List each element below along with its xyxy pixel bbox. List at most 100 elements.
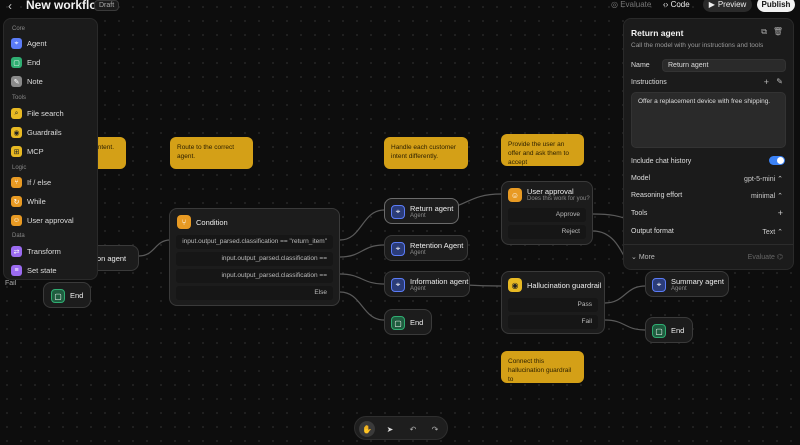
edge-condition-information bbox=[339, 273, 385, 285]
condition-row: input.output_parsed.classification == "c… bbox=[176, 252, 333, 276]
magic-wand-icon[interactable]: ✎ bbox=[776, 77, 783, 86]
stop-icon: ▢ bbox=[51, 289, 65, 303]
palette-item-transform[interactable]: ⇄ Transform bbox=[11, 246, 61, 257]
agent-icon: ⌖ bbox=[391, 278, 405, 292]
name-input[interactable] bbox=[662, 59, 786, 72]
preview-label: Preview bbox=[717, 0, 747, 9]
edge-agent-condition bbox=[138, 239, 171, 257]
condition-node[interactable]: ⑂ Condition input.output_parsed.classifi… bbox=[169, 208, 340, 306]
branch-icon: ⑂ bbox=[177, 215, 191, 229]
pointer-icon[interactable]: ➤ bbox=[382, 421, 398, 437]
evaluate-label: Evaluate bbox=[747, 254, 775, 261]
palette-item-label: User approval bbox=[27, 216, 74, 225]
shield-icon: ◉ bbox=[11, 127, 22, 138]
node-title: Information agent bbox=[410, 277, 469, 286]
node-subtitle: Agent bbox=[410, 250, 426, 256]
palette-section-tools: Tools bbox=[12, 95, 27, 101]
note-connect[interactable]: Connect this hallucination guardrail to bbox=[501, 351, 584, 383]
shield-icon: ◉ bbox=[508, 278, 522, 292]
palette-item-guardrails[interactable]: ◉ Guardrails bbox=[11, 127, 62, 138]
reasoning-select[interactable]: minimal ⌃ bbox=[751, 192, 783, 200]
condition-row: input.output_parsed.classification == "r… bbox=[176, 235, 333, 249]
palette-item-label: MCP bbox=[27, 147, 44, 156]
condition-row: input.output_parsed.classification == "g… bbox=[176, 269, 333, 293]
edge-condition-return bbox=[339, 209, 385, 241]
chevron-updown-icon: ⌃ bbox=[777, 229, 783, 236]
edge-condition-retention bbox=[339, 244, 385, 258]
instructions-label: Instructions bbox=[631, 79, 667, 86]
more-toggle[interactable]: ⌄ More bbox=[631, 253, 655, 261]
node-subtitle: Agent bbox=[410, 286, 426, 292]
evaluate-icon: ⌬ bbox=[776, 254, 783, 261]
evaluate-link[interactable]: ◎ Evaluate bbox=[611, 0, 651, 9]
toggle-knob bbox=[777, 157, 784, 164]
note-offer[interactable]: Provide the user an offer and ask them t… bbox=[501, 134, 584, 166]
palette-item-agent[interactable]: ⌖ Agent bbox=[11, 38, 47, 49]
reject-branch: Reject bbox=[508, 225, 586, 239]
copy-icon[interactable]: ⧉ bbox=[761, 27, 767, 37]
redo-icon[interactable]: ↷ bbox=[427, 421, 443, 437]
evaluate-agent-link[interactable]: Evaluate ⌬ bbox=[748, 253, 783, 261]
palette-section-logic: Logic bbox=[12, 165, 27, 171]
note-handle[interactable]: Handle each customer intent differently. bbox=[384, 137, 468, 169]
node-title: End bbox=[70, 291, 84, 300]
node-subtitle: Does this work for you? bbox=[527, 196, 590, 202]
palette-item-while[interactable]: ↻ While bbox=[11, 196, 46, 207]
palette-item-file-search[interactable]: ⌕ File search bbox=[11, 108, 64, 119]
output-format-label: Output format bbox=[631, 228, 674, 235]
palette-item-label: Guardrails bbox=[27, 128, 62, 137]
tools-label: Tools bbox=[631, 210, 648, 217]
code-link[interactable]: ‹› Code bbox=[663, 0, 690, 9]
end-node-left[interactable]: ▢ End bbox=[43, 282, 91, 308]
stop-icon: ▢ bbox=[11, 57, 22, 68]
model-select[interactable]: gpt-5-mini ⌃ bbox=[744, 175, 783, 183]
canvas-toolbar: ✋ ➤ ↶ ↷ bbox=[354, 416, 448, 440]
node-title: User approval bbox=[527, 187, 574, 196]
palette-item-mcp[interactable]: ⊞ MCP bbox=[11, 146, 44, 157]
return-agent-node[interactable]: ⌖ Return agent Agent bbox=[384, 198, 459, 224]
add-tool-icon[interactable]: + bbox=[778, 208, 783, 218]
note-route[interactable]: Route to the correct agent. bbox=[170, 137, 253, 169]
output-format-select[interactable]: Text ⌃ bbox=[762, 228, 783, 236]
information-agent-node[interactable]: ⌖ Information agent Agent bbox=[384, 271, 470, 297]
code-label: Code bbox=[670, 0, 690, 9]
stop-icon: ▢ bbox=[391, 316, 405, 330]
node-title: Return agent bbox=[410, 204, 454, 213]
palette-item-set-state[interactable]: ≡ Set state bbox=[11, 265, 57, 276]
palette-item-if-else[interactable]: ⑂ If / else bbox=[11, 177, 51, 188]
summary-agent-node[interactable]: ⌖ Summary agent Agent bbox=[645, 271, 729, 297]
branch-icon: ⑂ bbox=[11, 177, 22, 188]
palette-item-user-approval[interactable]: ☺ User approval bbox=[11, 215, 74, 226]
retention-agent-node[interactable]: ⌖ Retention Agent Agent bbox=[384, 235, 468, 261]
condition-row-else: Else bbox=[176, 286, 333, 300]
play-icon: ▶ bbox=[708, 0, 715, 9]
note-icon: ✎ bbox=[11, 76, 22, 87]
palette-item-note[interactable]: ✎ Note bbox=[11, 76, 43, 87]
palette-item-end[interactable]: ▢ End bbox=[11, 57, 40, 68]
palette-section-core: Core bbox=[12, 26, 26, 32]
publish-button[interactable]: Publish bbox=[757, 0, 795, 12]
palette-item-label: File search bbox=[27, 109, 64, 118]
node-palette: Core ⌖ Agent ▢ End ✎ Note Tools ⌕ File searc… bbox=[3, 18, 98, 280]
partial-fail-label: Fail bbox=[5, 280, 17, 287]
agent-icon: ⌖ bbox=[11, 38, 22, 49]
add-icon[interactable]: + bbox=[764, 77, 769, 87]
model-label: Model bbox=[631, 175, 651, 182]
chat-history-toggle[interactable] bbox=[769, 156, 785, 165]
output-format-value: Text bbox=[762, 229, 776, 236]
palette-item-label: If / else bbox=[27, 178, 52, 187]
evaluate-icon: ◎ bbox=[611, 0, 621, 9]
trash-icon[interactable]: 🗑 bbox=[773, 27, 783, 36]
name-label: Name bbox=[631, 62, 650, 69]
guardrail-node[interactable]: ◉ Hallucination guardrail Pass Fail bbox=[501, 271, 605, 334]
hand-icon[interactable]: ✋ bbox=[359, 421, 375, 437]
end-node-middle[interactable]: ▢ End bbox=[384, 309, 432, 335]
undo-icon[interactable]: ↶ bbox=[405, 421, 421, 437]
user-approval-node[interactable]: ☺ User approval Does this work for you? … bbox=[501, 181, 593, 245]
end-node-right[interactable]: ▢ End bbox=[645, 317, 693, 343]
back-icon[interactable]: ‹ bbox=[8, 0, 12, 13]
node-subtitle: Agent bbox=[671, 286, 687, 292]
instructions-textarea[interactable]: Offer a replacement device with free shi… bbox=[631, 92, 786, 148]
preview-button[interactable]: ▶ Preview bbox=[703, 0, 752, 12]
state-icon: ≡ bbox=[11, 265, 22, 276]
